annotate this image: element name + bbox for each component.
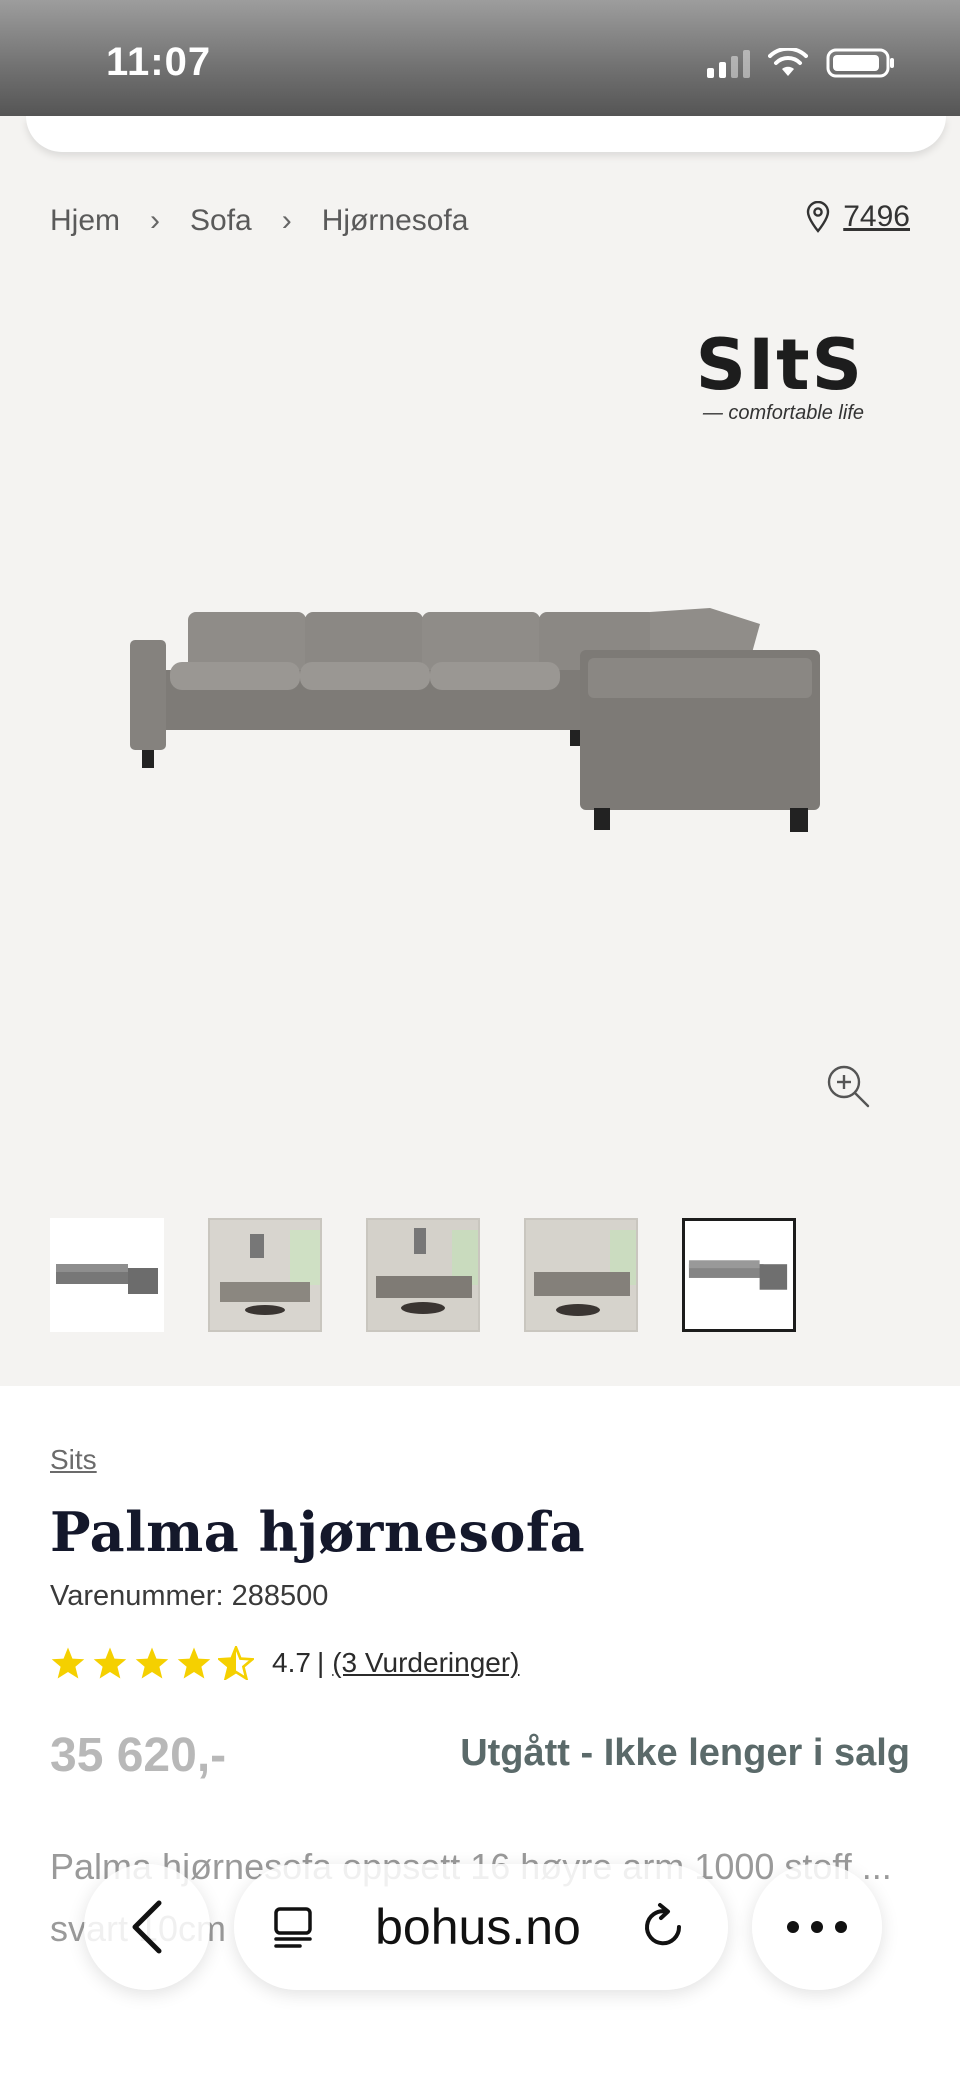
rating-divider: | xyxy=(316,1647,325,1678)
product-rating: 4.7 | (3 Vurderinger) xyxy=(50,1646,519,1680)
thumbnail-room-scene-1[interactable] xyxy=(208,1218,322,1332)
rating-stars xyxy=(50,1646,254,1680)
availability-status: Utgått - Ikke lenger i salg xyxy=(460,1732,910,1774)
thumbnail-room-scene-2[interactable] xyxy=(366,1218,480,1332)
wifi-icon xyxy=(768,48,808,76)
location-pin-icon xyxy=(807,201,830,233)
thumbnail-sofa-product-alt[interactable] xyxy=(682,1218,796,1332)
brand-logo-word: SItS xyxy=(695,324,864,406)
star-icon xyxy=(135,1647,169,1679)
zoom-in-icon[interactable] xyxy=(824,1062,872,1110)
breadcrumb-home[interactable]: Hjem xyxy=(50,204,120,238)
thumbnail-room-scene-3[interactable] xyxy=(524,1218,638,1332)
sku-label: Varenummer: xyxy=(50,1580,224,1612)
cellular-signal-icon xyxy=(707,48,750,78)
address-domain[interactable]: bohus.no xyxy=(375,1898,581,1956)
breadcrumb-corner-sofa[interactable]: Hjørnesofa xyxy=(322,204,469,238)
more-button[interactable] xyxy=(752,1864,882,1990)
breadcrumb: Hjem › Sofa › Hjørnesofa xyxy=(50,204,468,238)
status-time: 11:07 xyxy=(106,40,212,84)
sofa-image xyxy=(130,608,820,832)
product-title: Palma hjørnesofa xyxy=(50,1500,586,1564)
thumbnail-strip xyxy=(50,1218,796,1332)
rating-value: 4.7 xyxy=(272,1647,311,1678)
browser-toolbar: bohus.no xyxy=(0,1864,960,1994)
status-bar: 11:07 xyxy=(0,0,960,116)
product-price: 35 620,- xyxy=(50,1729,227,1782)
brand-logo: SItS — comfortable life xyxy=(696,330,864,425)
reader-icon[interactable] xyxy=(270,1903,318,1951)
brand-logo-tagline: — comfortable life xyxy=(702,402,864,424)
chevron-right-icon: › xyxy=(281,204,292,237)
star-icon xyxy=(177,1647,211,1679)
store-selector[interactable]: 7496 xyxy=(805,200,910,234)
battery-icon xyxy=(826,48,894,78)
star-icon xyxy=(93,1647,127,1679)
product-sku: Varenummer: 288500 xyxy=(50,1580,328,1613)
thumbnail-sofa-product[interactable] xyxy=(50,1218,164,1332)
product-brand-link[interactable]: Sits xyxy=(50,1444,97,1476)
status-icons xyxy=(707,48,896,78)
half-star-icon xyxy=(218,1646,254,1680)
more-icon xyxy=(787,1921,847,1933)
store-number[interactable]: 7496 xyxy=(843,200,910,234)
reviews-link[interactable]: (3 Vurderinger) xyxy=(332,1647,519,1679)
chevron-right-icon: › xyxy=(150,204,161,237)
search-bar[interactable] xyxy=(26,116,946,152)
main-product-image[interactable]: SItS — comfortable life xyxy=(50,310,910,1140)
reload-icon[interactable] xyxy=(638,1902,688,1952)
back-arrow-icon xyxy=(132,1900,162,1954)
star-icon xyxy=(51,1647,85,1679)
sku-value: 288500 xyxy=(231,1580,329,1612)
breadcrumb-sofa[interactable]: Sofa xyxy=(190,204,252,238)
back-button[interactable] xyxy=(84,1864,210,1990)
address-bar[interactable]: bohus.no xyxy=(234,1864,728,1990)
